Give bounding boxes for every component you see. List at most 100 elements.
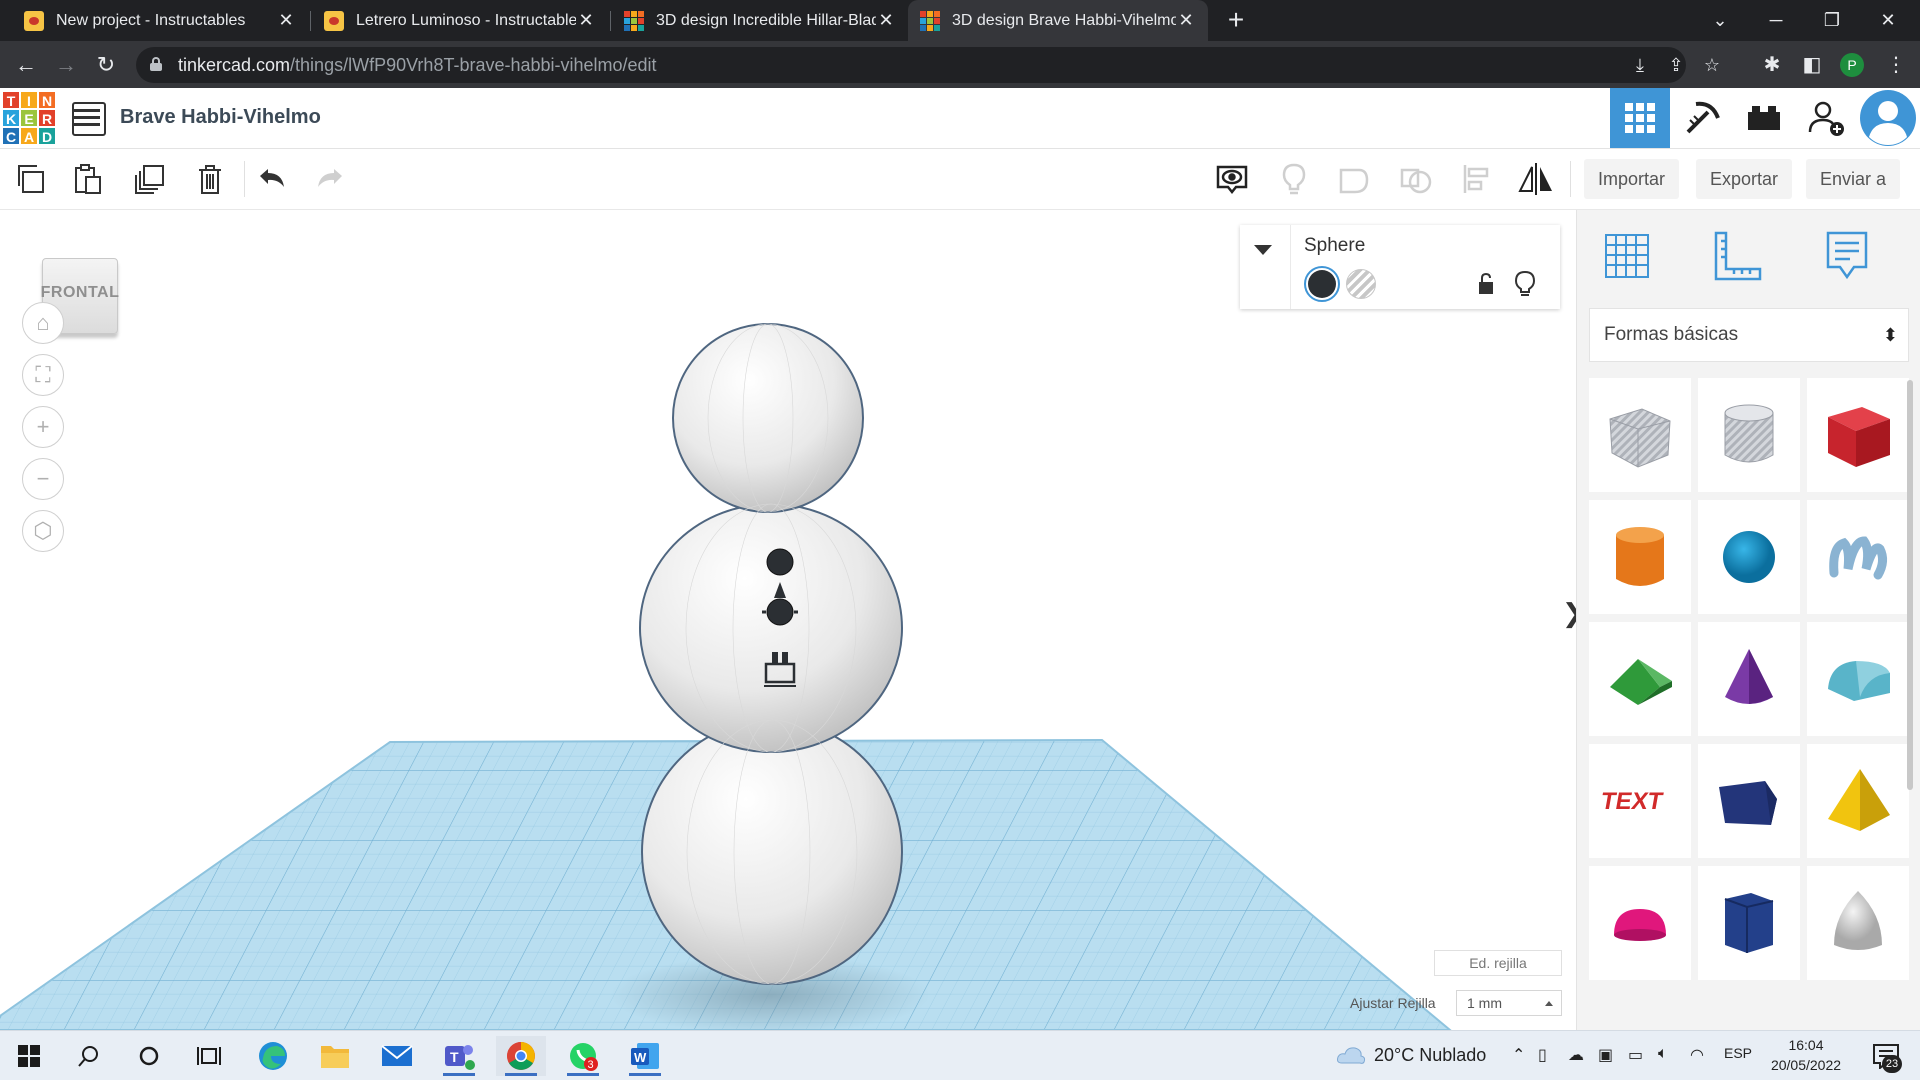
device-icon[interactable]: ▯ — [1538, 1045, 1547, 1065]
fit-view-button[interactable]: ⛶ — [22, 354, 64, 396]
align-button[interactable] — [1456, 159, 1496, 199]
paraboloid-shape[interactable] — [1807, 866, 1909, 980]
side-panel-icon[interactable]: ◧ — [1794, 47, 1830, 83]
middle-sphere[interactable] — [639, 503, 903, 753]
task-view-button[interactable] — [184, 1036, 234, 1076]
export-button[interactable]: Exportar — [1696, 159, 1793, 199]
close-tab-icon[interactable]: ✕ — [1176, 10, 1196, 31]
3d-view-button[interactable] — [1610, 88, 1670, 148]
solid-color-swatch[interactable] — [1304, 266, 1340, 302]
url-text[interactable]: tinkercad.com/things/lWfP90Vrh8T-brave-h… — [178, 55, 657, 76]
show-all-button[interactable] — [1212, 159, 1252, 199]
undo-button[interactable] — [252, 159, 292, 199]
workplane[interactable]: FRONTAL ⌂ ⛶ + − ⬡ Sphere ❯ Ed. rejilla A… — [0, 210, 1576, 1030]
restore-button[interactable]: ❐ — [1804, 0, 1860, 41]
file-explorer-app[interactable] — [310, 1036, 360, 1076]
snap-grid-select[interactable]: 1 mm — [1456, 990, 1562, 1016]
mirror-button[interactable] — [1516, 159, 1556, 199]
workplane-tool-button[interactable] — [1597, 226, 1657, 286]
duplicate-button[interactable] — [130, 159, 170, 199]
share-icon[interactable]: ⇪ — [1666, 55, 1686, 75]
onedrive-icon[interactable]: ☁ — [1568, 1045, 1584, 1065]
half-sphere-shape[interactable] — [1589, 866, 1691, 980]
word-app[interactable]: W — [620, 1036, 670, 1076]
delete-button[interactable] — [190, 159, 230, 199]
profile-avatar[interactable]: P — [1840, 53, 1864, 77]
round-roof-shape[interactable] — [1807, 622, 1909, 736]
tab-letrero-luminoso[interactable]: Letrero Luminoso - Instructables ✕ — [312, 0, 608, 41]
invite-user-button[interactable] — [1796, 88, 1856, 148]
panel-toggle-icon[interactable]: ❯ — [1562, 588, 1576, 638]
bookmark-star-icon[interactable]: ☆ — [1702, 55, 1722, 75]
cylinder-shape[interactable] — [1589, 500, 1691, 614]
shape-library-select[interactable]: Formas básicas — [1589, 308, 1909, 362]
sphere-shape[interactable] — [1698, 500, 1800, 614]
cylinder-hole-shape[interactable] — [1698, 378, 1800, 492]
close-tab-icon[interactable]: ✕ — [276, 10, 296, 31]
redo-button[interactable] — [310, 159, 350, 199]
show-hidden-icons[interactable]: ⌃ — [1512, 1045, 1525, 1065]
design-title[interactable]: Brave Habbi-Vihelmo — [120, 106, 321, 129]
top-sphere[interactable] — [672, 323, 864, 513]
notes-tool-button[interactable] — [1817, 226, 1877, 286]
reload-icon[interactable]: ↻ — [88, 47, 124, 83]
tab-brave-habbi[interactable]: 3D design Brave Habbi-Vihelmo ✕ — [908, 0, 1208, 41]
hide-button[interactable] — [1274, 159, 1314, 199]
bottom-sphere[interactable] — [641, 719, 903, 985]
display-icon[interactable]: ▣ — [1598, 1045, 1613, 1065]
search-button[interactable] — [64, 1036, 114, 1076]
text-shape[interactable]: TEXT — [1589, 744, 1691, 858]
blocks-button[interactable] — [1672, 88, 1732, 148]
lock-icon[interactable] — [150, 57, 162, 71]
button-shape[interactable] — [766, 598, 794, 626]
panel-scrollbar[interactable] — [1907, 380, 1913, 790]
battery-icon[interactable]: ▭ — [1628, 1045, 1643, 1065]
box-hole-shape[interactable] — [1589, 378, 1691, 492]
start-button[interactable] — [4, 1036, 54, 1076]
mail-app[interactable] — [372, 1036, 422, 1076]
volume-icon[interactable]: 🔈︎ — [1658, 1045, 1668, 1063]
unlock-icon[interactable] — [1476, 273, 1496, 295]
collapse-icon[interactable] — [1254, 245, 1272, 255]
user-avatar[interactable] — [1858, 88, 1918, 148]
import-button[interactable]: Importar — [1584, 159, 1680, 199]
paste-button[interactable] — [68, 159, 108, 199]
close-tab-icon[interactable]: ✕ — [876, 10, 896, 31]
ungroup-button[interactable] — [1396, 159, 1436, 199]
cone-shape[interactable] — [1698, 622, 1800, 736]
chrome-app[interactable] — [496, 1036, 546, 1076]
design-list-icon[interactable] — [72, 102, 106, 136]
ruler-tool-button[interactable] — [1707, 226, 1767, 286]
extensions-icon[interactable]: ✱ — [1754, 47, 1790, 83]
bricks-button[interactable] — [1734, 88, 1794, 148]
address-bar[interactable]: tinkercad.com/things/lWfP90Vrh8T-brave-h… — [136, 47, 1720, 83]
polygon-shape[interactable] — [1698, 866, 1800, 980]
button-shape[interactable] — [766, 548, 794, 576]
clock[interactable]: 16:04 20/05/2022 — [1766, 1035, 1846, 1075]
roof-shape[interactable] — [1589, 622, 1691, 736]
tab-incredible-hillar[interactable]: 3D design Incredible Hillar-Blad ✕ — [612, 0, 908, 41]
wedge-shape[interactable] — [1698, 744, 1800, 858]
teams-app[interactable]: T — [434, 1036, 484, 1076]
tab-new-project[interactable]: New project - Instructables ✕ — [12, 0, 308, 41]
whatsapp-app[interactable]: 3 — [558, 1036, 608, 1076]
box-shape[interactable] — [1807, 378, 1909, 492]
minimize-button[interactable]: ─ — [1748, 0, 1804, 41]
scribble-shape[interactable] — [1807, 500, 1909, 614]
send-to-button[interactable]: Enviar a — [1806, 159, 1901, 199]
pyramid-shape[interactable] — [1807, 744, 1909, 858]
edge-app[interactable] — [248, 1036, 298, 1076]
edit-grid-button[interactable]: Ed. rejilla — [1434, 950, 1562, 976]
group-button[interactable] — [1334, 159, 1374, 199]
menu-kebab-icon[interactable]: ⋮ — [1878, 47, 1914, 83]
lightbulb-icon[interactable] — [1514, 271, 1536, 297]
new-tab-button[interactable]: + — [1220, 4, 1252, 36]
install-icon[interactable]: ⤓ — [1630, 55, 1650, 75]
home-view-button[interactable]: ⌂ — [22, 302, 64, 344]
forward-icon[interactable]: → — [48, 47, 84, 83]
scene-canvas[interactable] — [0, 210, 1576, 1030]
zoom-in-button[interactable]: + — [22, 406, 64, 448]
hole-swatch[interactable] — [1346, 269, 1376, 299]
copy-button[interactable] — [10, 159, 50, 199]
weather-widget[interactable]: 20°C Nublado — [1374, 1045, 1486, 1066]
